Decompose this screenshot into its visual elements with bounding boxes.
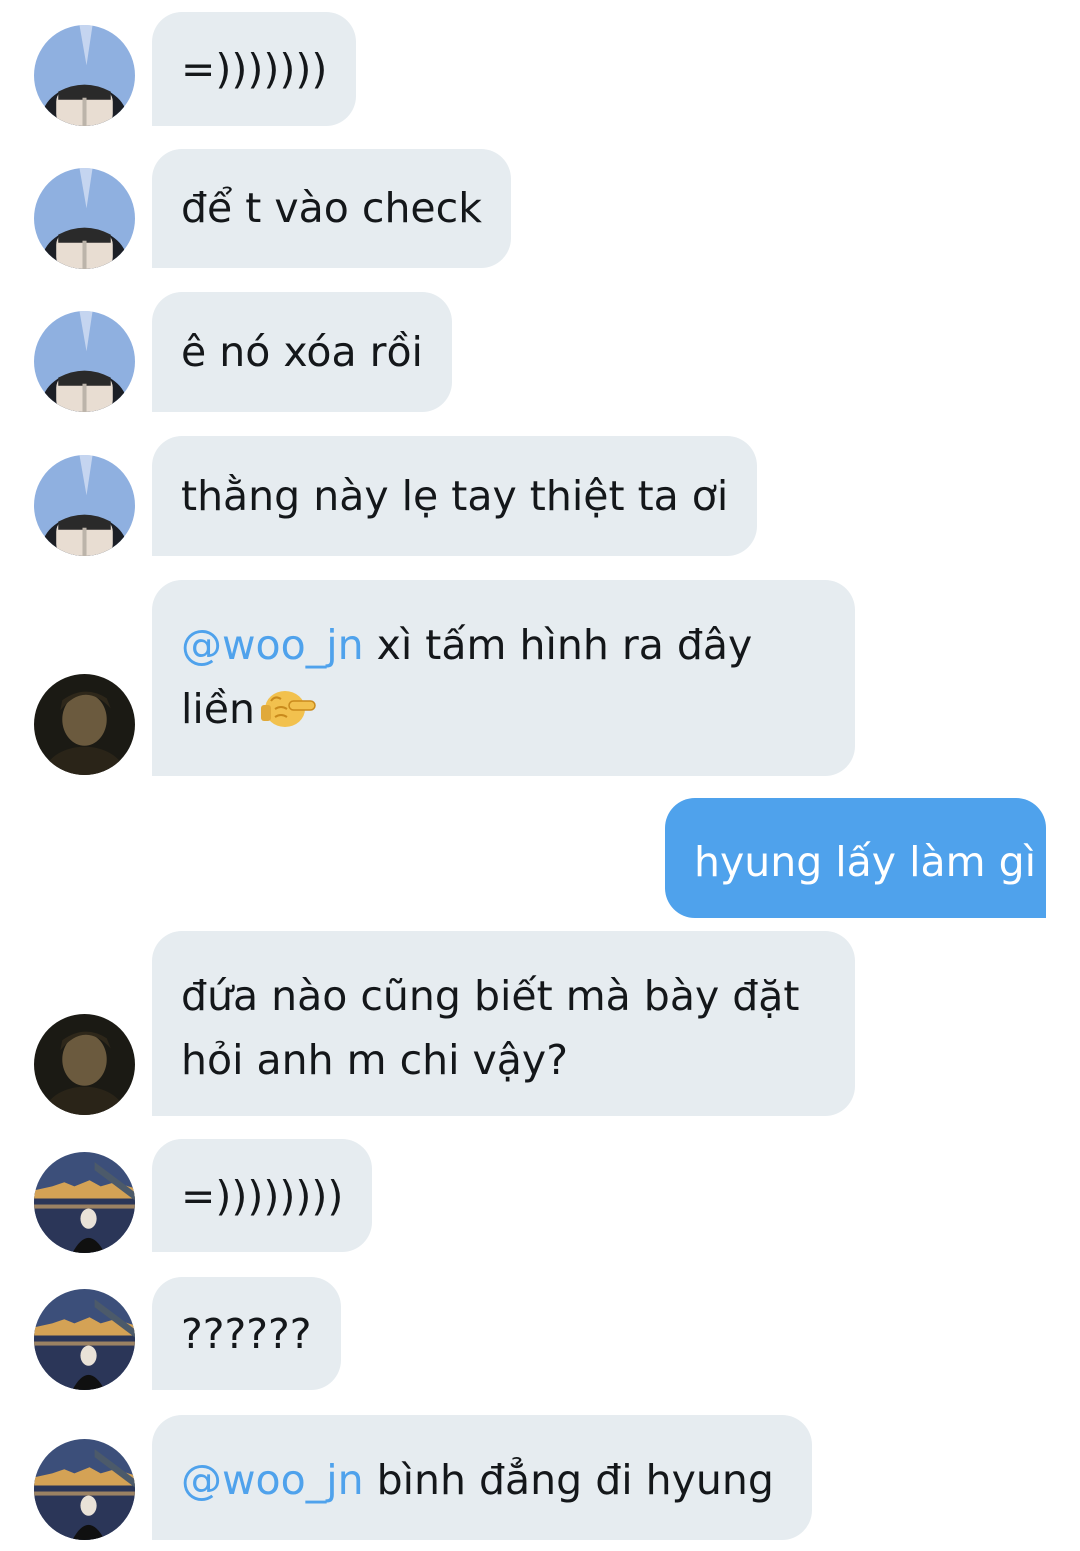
incoming-message-bubble[interactable]: đứa nào cũng biết mà bày đặt hỏi anh m c… — [152, 931, 855, 1116]
message-text: bình đẳng đi hyung — [363, 1456, 774, 1504]
incoming-message-bubble[interactable]: @woo_jn xì tấm hình ra đây liền — [152, 580, 855, 776]
message-text: hyung lấy làm gì — [694, 838, 1036, 886]
incoming-message-bubble[interactable]: thằng này lẹ tay thiệt ta ơi — [152, 436, 758, 556]
message-text: =))))))) — [181, 45, 328, 93]
mention-link[interactable]: @woo_jn — [181, 1456, 364, 1504]
incoming-message-bubble[interactable]: @woo_jn bình đẳng đi hyung — [152, 1415, 812, 1540]
avatar[interactable] — [34, 455, 135, 556]
message-text: đứa nào cũng biết mà bày đặt — [181, 972, 800, 1020]
message-text: liền — [181, 685, 255, 733]
avatar-sky-selfie-image — [34, 311, 135, 412]
message-text: ?????? — [181, 1310, 312, 1358]
avatar-sky-selfie-image — [34, 168, 135, 269]
incoming-message-bubble[interactable]: =)))))))) — [152, 1139, 373, 1252]
incoming-message-bubble[interactable]: để t vào check — [152, 149, 511, 268]
message-line: đứa nào cũng biết mà bày đặt — [181, 964, 826, 1028]
avatar[interactable] — [34, 1014, 135, 1115]
avatar[interactable] — [34, 674, 135, 775]
avatar[interactable] — [34, 1152, 135, 1253]
message-text: xì tấm hình ra đây — [363, 621, 753, 669]
message-line: liền — [181, 677, 826, 749]
incoming-message-bubble[interactable]: ê nó xóa rồi — [152, 292, 452, 412]
message-line: hỏi anh m chi vậy? — [181, 1028, 826, 1092]
avatar[interactable] — [34, 311, 135, 412]
message-text: hỏi anh m chi vậy? — [181, 1036, 568, 1084]
message-text: =)))))))) — [181, 1172, 344, 1220]
message-text: ê nó xóa rồi — [181, 328, 423, 376]
avatar[interactable] — [34, 1289, 135, 1390]
avatar-dark-portrait-image — [34, 674, 135, 775]
message-text: thằng này lẹ tay thiệt ta ơi — [181, 472, 729, 520]
avatar-sky-selfie-image — [34, 455, 135, 556]
avatar-river-night-image — [34, 1439, 135, 1540]
mention-link[interactable]: @woo_jn — [181, 621, 364, 669]
avatar[interactable] — [34, 1439, 135, 1540]
avatar-river-night-image — [34, 1289, 135, 1390]
avatar-dark-portrait-image — [34, 1014, 135, 1115]
avatar-sky-selfie-image — [34, 25, 135, 126]
incoming-message-bubble[interactable]: ?????? — [152, 1277, 341, 1390]
message-line: @woo_jn xì tấm hình ra đây — [181, 613, 826, 677]
avatar[interactable] — [34, 25, 135, 126]
pointing-fist-icon — [261, 683, 317, 749]
avatar[interactable] — [34, 168, 135, 269]
avatar-river-night-image — [34, 1152, 135, 1253]
outgoing-message-bubble[interactable]: hyung lấy làm gì — [665, 798, 1046, 918]
incoming-message-bubble[interactable]: =))))))) — [152, 12, 357, 126]
message-text: để t vào check — [181, 184, 482, 232]
